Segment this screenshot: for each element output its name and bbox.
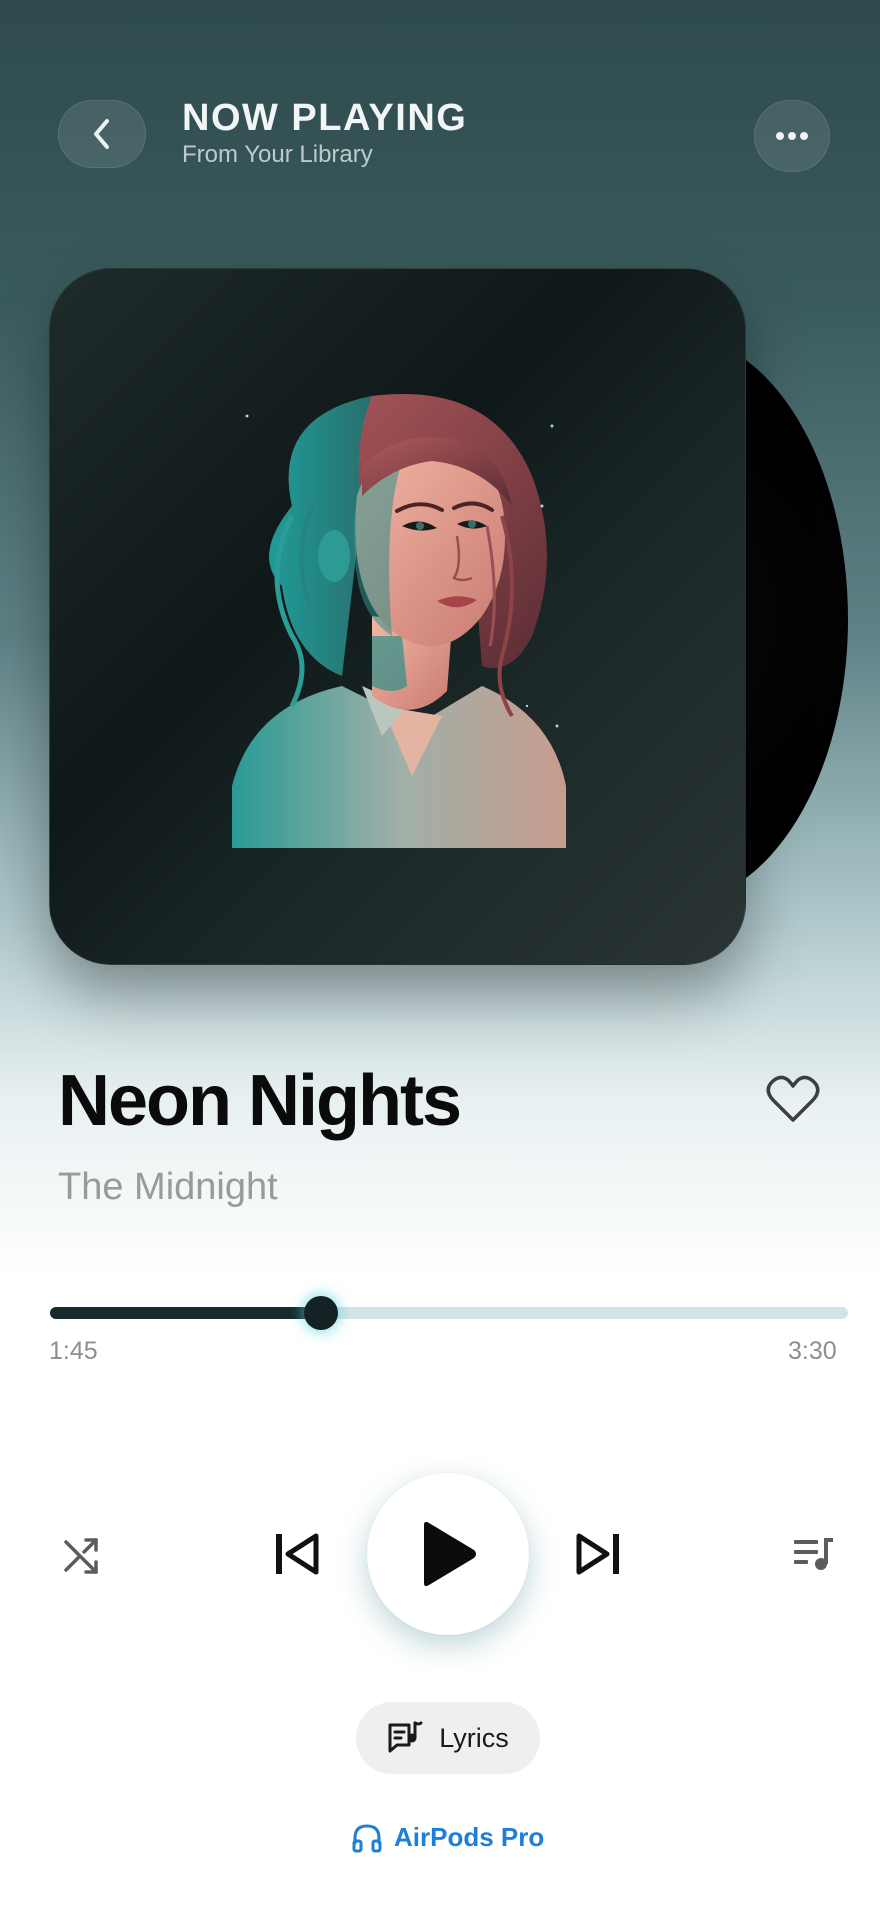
back-button[interactable] (58, 100, 146, 168)
shuffle-button[interactable] (60, 1534, 104, 1578)
more-horizontal-icon (775, 131, 809, 141)
chevron-left-icon (88, 117, 116, 151)
progress-handle[interactable] (304, 1296, 339, 1330)
progress-fill (50, 1307, 322, 1319)
queue-button[interactable] (792, 1534, 836, 1574)
more-options-button[interactable] (754, 100, 830, 172)
queue-music-icon (792, 1534, 836, 1574)
elapsed-time: 1:45 (49, 1337, 98, 1365)
artist-name[interactable]: The Midnight (58, 1164, 278, 1210)
song-title: Neon Nights (58, 1061, 462, 1141)
previous-button[interactable] (272, 1532, 324, 1576)
lyrics-button[interactable]: Lyrics (356, 1702, 540, 1774)
skip-next-icon (571, 1532, 623, 1576)
page-subtitle: From Your Library (182, 141, 373, 168)
lyrics-icon (387, 1721, 423, 1755)
play-button[interactable] (367, 1473, 529, 1635)
next-button[interactable] (571, 1532, 623, 1576)
headphones-icon (352, 1823, 382, 1853)
output-device-label: AirPods Pro (394, 1822, 545, 1852)
skip-previous-icon (272, 1532, 324, 1576)
play-icon (418, 1521, 478, 1587)
shuffle-icon (60, 1534, 104, 1578)
output-device-button[interactable]: AirPods Pro (352, 1822, 544, 1853)
page-title: NOW PLAYING (182, 97, 468, 139)
total-time: 3:30 (788, 1337, 837, 1365)
album-artwork-portrait (232, 386, 566, 848)
like-button[interactable] (766, 1074, 820, 1128)
heart-icon (766, 1074, 820, 1124)
lyrics-label: Lyrics (439, 1722, 509, 1753)
